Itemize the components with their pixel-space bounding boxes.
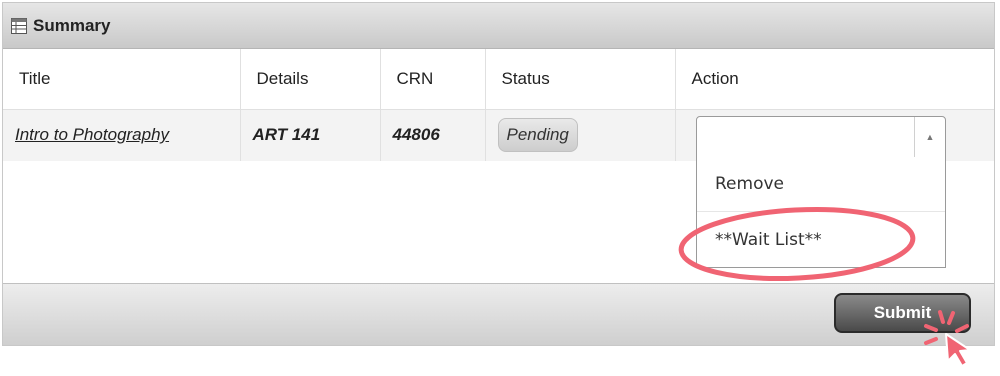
title-cell: Intro to Photography: [3, 109, 241, 161]
caret-up-icon[interactable]: ▲: [914, 117, 945, 157]
details-cell: ART 141: [240, 109, 381, 161]
column-header-status: Status: [485, 49, 676, 110]
action-dropdown-menu: Remove **Wait List**: [696, 157, 946, 268]
panel-title: Summary: [33, 15, 111, 35]
status-cell: Pending: [485, 109, 676, 161]
crn-cell: 44806: [380, 109, 486, 161]
column-header-action: Action: [675, 49, 994, 110]
table-header-row: Title Details CRN Status Action: [3, 49, 994, 110]
table-icon: [11, 17, 27, 34]
action-select[interactable]: ▲: [696, 116, 946, 158]
column-header-crn: CRN: [380, 49, 486, 110]
column-header-details: Details: [240, 49, 381, 110]
submit-button[interactable]: Submit: [834, 293, 971, 333]
course-title-link[interactable]: Intro to Photography: [15, 125, 169, 144]
status-badge: Pending: [497, 118, 578, 153]
option-remove[interactable]: Remove: [697, 157, 945, 212]
panel-header: Summary: [3, 3, 994, 49]
column-header-title: Title: [3, 49, 241, 110]
option-wait-list[interactable]: **Wait List**: [697, 212, 945, 267]
